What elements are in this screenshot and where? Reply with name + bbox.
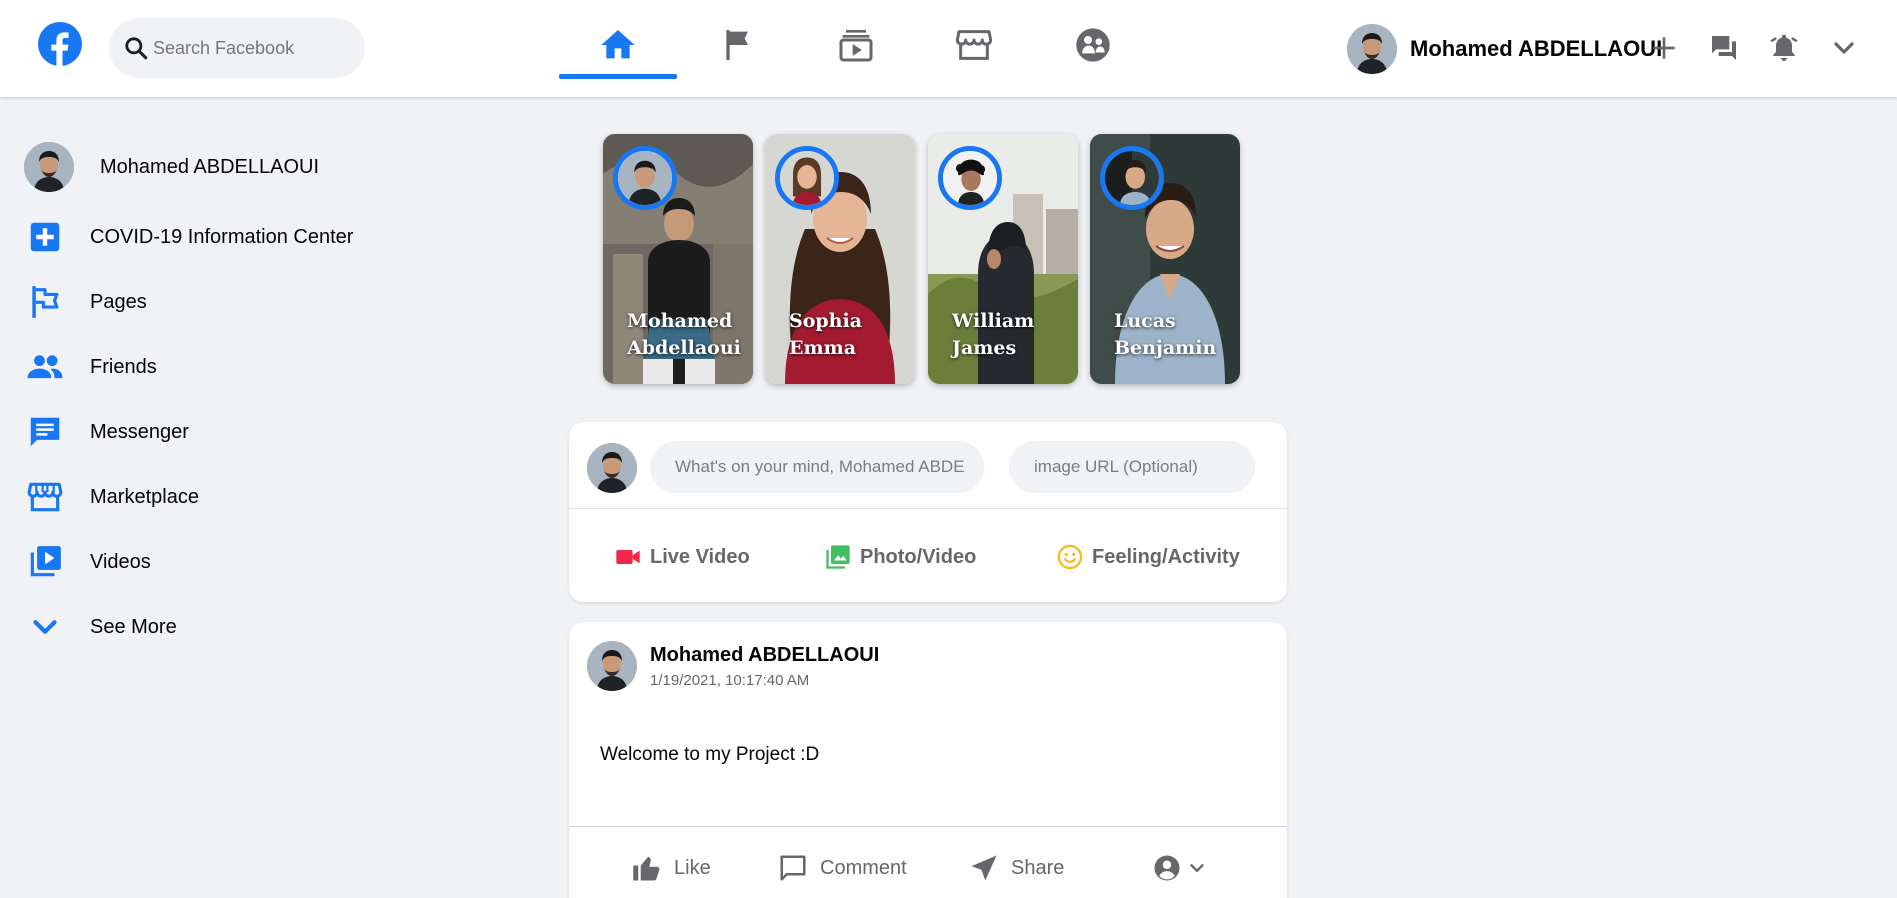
post-timestamp: 1/19/2021, 10:17:40 AM xyxy=(650,672,810,689)
sidebar-item-videos[interactable]: Videos xyxy=(24,534,151,590)
sidebar-item-label: Messenger xyxy=(90,420,189,443)
action-label: Feeling/Activity xyxy=(1092,545,1240,568)
story-name: William James xyxy=(952,310,1035,359)
plus-icon xyxy=(1653,37,1675,59)
post-text: Welcome to my Project :D xyxy=(600,744,820,765)
chat-icon xyxy=(1712,36,1736,60)
sidebar-item-marketplace[interactable]: Marketplace xyxy=(24,469,199,525)
story-card[interactable]: Lucas Benjamin xyxy=(1090,134,1240,384)
tab-watch[interactable] xyxy=(797,12,915,78)
photo-library-icon xyxy=(826,545,850,569)
share-label: Share xyxy=(1011,856,1065,879)
action-label: Photo/Video xyxy=(860,545,977,568)
smiley-icon xyxy=(1057,544,1083,570)
story-avatar xyxy=(613,146,677,210)
plus-square-icon xyxy=(24,216,66,258)
story-name: Lucas Benjamin xyxy=(1114,310,1217,359)
header-avatar[interactable] xyxy=(1347,24,1397,74)
sidebar-avatar xyxy=(24,142,74,192)
sidebar-item-label: Videos xyxy=(90,550,151,573)
sidebar-item-friends[interactable]: Friends xyxy=(24,339,157,395)
chevron-down-icon xyxy=(1190,864,1204,872)
divider xyxy=(569,508,1287,509)
story-card[interactable]: Sophia Emma xyxy=(765,134,915,384)
post-composer: Live Video Photo/Video Feeling/Activity xyxy=(569,422,1287,602)
home-icon xyxy=(601,30,635,59)
flag-icon xyxy=(24,281,66,323)
share-icon xyxy=(971,855,997,881)
messenger-button[interactable] xyxy=(1706,30,1742,66)
comment-button[interactable]: Comment xyxy=(778,848,907,888)
message-input[interactable] xyxy=(650,441,984,493)
notifications-button[interactable] xyxy=(1766,30,1802,66)
composer-avatar xyxy=(587,443,637,493)
live-video-button[interactable]: Live Video xyxy=(614,537,750,577)
tab-pages[interactable] xyxy=(679,12,797,78)
store-icon xyxy=(955,30,993,60)
story-card[interactable]: William James xyxy=(928,134,1078,384)
top-navbar: Mohamed ABDELLAOUI xyxy=(0,0,1897,97)
watch-icon xyxy=(839,30,873,62)
story-card[interactable]: Mohamed Abdellaoui xyxy=(603,134,753,384)
action-label: Live Video xyxy=(650,545,750,568)
sidebar-item-label: See More xyxy=(90,615,177,638)
divider xyxy=(569,826,1287,827)
sidebar-item-messenger[interactable]: Messenger xyxy=(24,404,189,460)
account-menu-button[interactable] xyxy=(1826,30,1862,66)
image-url-input[interactable] xyxy=(1009,441,1255,493)
sidebar-item-label: Marketplace xyxy=(90,485,199,508)
chevron-down-icon xyxy=(24,606,66,648)
store-icon xyxy=(24,476,66,518)
header-user-name[interactable]: Mohamed ABDELLAOUI xyxy=(1410,36,1662,62)
groups-icon xyxy=(1076,28,1110,62)
bell-icon xyxy=(1770,34,1798,61)
share-button[interactable]: Share xyxy=(969,848,1064,888)
sidebar-item-label: Friends xyxy=(90,355,157,378)
feeling-activity-button[interactable]: Feeling/Activity xyxy=(1056,537,1240,577)
tab-home[interactable] xyxy=(559,12,677,79)
post-card: Mohamed ABDELLAOUI 1/19/2021, 10:17:40 A… xyxy=(569,622,1287,898)
post-author-name[interactable]: Mohamed ABDELLAOUI xyxy=(650,644,879,667)
story-name: Mohamed Abdellaoui xyxy=(627,310,741,359)
comment-icon xyxy=(780,855,806,881)
comment-label: Comment xyxy=(820,856,907,879)
search-icon xyxy=(125,37,148,60)
story-name: Sophia Emma xyxy=(789,310,863,359)
sidebar-item-see-more[interactable]: See More xyxy=(24,599,177,655)
sidebar-item-label: COVID-19 Information Center xyxy=(90,225,354,248)
tab-groups[interactable] xyxy=(1034,12,1152,78)
post-audience-button[interactable] xyxy=(1152,848,1220,888)
video-library-icon xyxy=(24,541,66,583)
search-bar[interactable] xyxy=(109,18,365,78)
story-avatar xyxy=(938,146,1002,210)
like-button[interactable]: Like xyxy=(632,848,711,888)
flag-icon xyxy=(726,30,748,60)
photo-video-button[interactable]: Photo/Video xyxy=(824,537,976,577)
sidebar-item-label: Pages xyxy=(90,290,147,313)
sidebar-item-covid[interactable]: COVID-19 Information Center xyxy=(24,209,353,265)
story-avatar xyxy=(1100,146,1164,210)
video-camera-icon xyxy=(616,550,640,564)
post-author-avatar[interactable] xyxy=(587,641,637,691)
create-button[interactable] xyxy=(1646,30,1682,66)
like-label: Like xyxy=(674,856,711,879)
tab-marketplace[interactable] xyxy=(915,12,1033,78)
search-input[interactable] xyxy=(153,18,353,78)
people-icon xyxy=(24,346,66,388)
sidebar-item-pages[interactable]: Pages xyxy=(24,274,147,330)
sidebar-item-profile[interactable]: Mohamed ABDELLAOUI xyxy=(24,139,319,195)
account-circle-icon xyxy=(1154,855,1180,881)
facebook-logo-icon[interactable] xyxy=(38,22,82,66)
thumbs-up-icon xyxy=(633,856,660,881)
chat-icon xyxy=(24,411,66,453)
chevron-down-icon xyxy=(1834,42,1854,54)
sidebar-item-label: Mohamed ABDELLAOUI xyxy=(100,155,319,178)
story-avatar xyxy=(775,146,839,210)
